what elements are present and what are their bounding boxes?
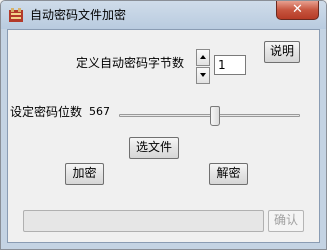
- select-file-button[interactable]: 选文件: [129, 137, 179, 159]
- byte-count-label: 定义自动密码字节数: [76, 56, 185, 70]
- confirm-button[interactable]: 确认: [268, 210, 304, 232]
- close-icon: ✕: [292, 2, 303, 17]
- spin-up-button[interactable]: [196, 49, 210, 66]
- title-bar[interactable]: 自动密码文件加密 ✕: [1, 1, 326, 29]
- app-icon: [9, 8, 23, 22]
- app-window: 自动密码文件加密 ✕ 定义自动密码字节数 1 说明 设定密码位数 567 选文件…: [0, 0, 327, 250]
- password-length-slider-thumb[interactable]: [209, 106, 220, 126]
- window-title: 自动密码文件加密: [30, 8, 127, 22]
- decrypt-button[interactable]: 解密: [209, 163, 248, 185]
- encrypt-button[interactable]: 加密: [65, 163, 104, 185]
- progress-bar: [23, 210, 264, 232]
- close-button[interactable]: ✕: [276, 1, 319, 20]
- password-length-label: 设定密码位数: [10, 105, 83, 119]
- byte-count-input[interactable]: 1: [214, 55, 246, 75]
- arrow-down-icon: [200, 73, 206, 77]
- spin-down-button[interactable]: [196, 67, 210, 84]
- password-length-value: 567: [89, 105, 110, 118]
- help-button[interactable]: 说明: [264, 41, 300, 63]
- client-area: 定义自动密码字节数 1 说明 设定密码位数 567 选文件 加密 解密 确认: [7, 29, 320, 243]
- arrow-up-icon: [200, 55, 206, 59]
